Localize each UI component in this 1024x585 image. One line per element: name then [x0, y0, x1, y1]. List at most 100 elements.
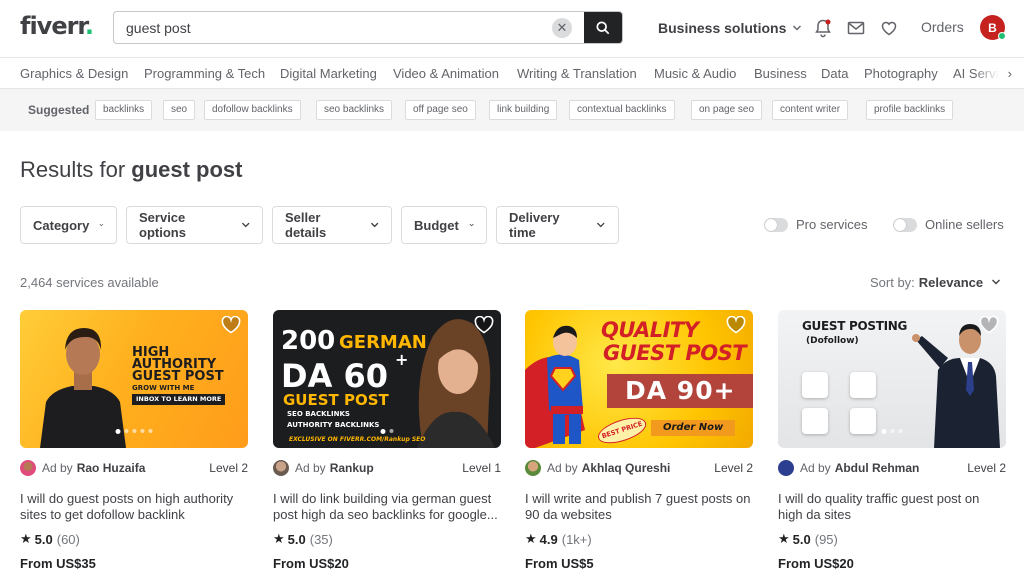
filter-service-options[interactable]: Service options [126, 206, 263, 244]
category-business[interactable]: Business [754, 66, 807, 81]
art-text: AUTHORITY BACKLINKS [287, 421, 380, 429]
chevron-right-icon[interactable]: › [1008, 66, 1012, 81]
clear-search-icon[interactable]: ✕ [552, 17, 572, 38]
category-nav-fade [974, 58, 1024, 88]
filter-seller-details[interactable]: Seller details [272, 206, 392, 244]
chevron-down-icon [99, 223, 104, 227]
gig-title[interactable]: I will do guest posts on high authority … [20, 491, 248, 523]
suggested-chip[interactable]: content writer [772, 100, 849, 120]
favorite-heart-icon[interactable] [474, 316, 494, 334]
superhero-art [525, 325, 585, 448]
suggested-chip[interactable]: profile backlinks [866, 100, 954, 120]
sort-by[interactable]: Sort by: Relevance [870, 275, 1001, 290]
gig-price: From US$20 [273, 556, 349, 571]
category-graphics-design[interactable]: Graphics & Design [20, 66, 128, 81]
gig-thumbnail[interactable]: GUEST POSTING (Dofollow) [778, 310, 1006, 448]
art-text: 200 [281, 326, 336, 356]
seller-avatar[interactable] [273, 460, 289, 476]
suggested-chip[interactable]: dofollow backlinks [204, 100, 301, 120]
pro-services-toggle[interactable]: Pro services [764, 217, 868, 232]
gig-card[interactable]: 200 GERMAN DA 60 + GUEST POST SEO BACKLI… [273, 310, 501, 571]
gig-card[interactable]: GUEST POSTING (Dofollow) Ad by Abdul Rehm… [778, 310, 1006, 571]
gig-title[interactable]: I will write and publish 7 guest posts o… [525, 491, 753, 523]
gig-card[interactable]: QUALITY GUEST POST DA 90+ Order Now BEST… [525, 310, 753, 571]
chevron-down-icon [597, 222, 606, 228]
orders-link[interactable]: Orders [921, 19, 964, 35]
feature-tile [850, 372, 876, 398]
toggle-switch[interactable] [893, 217, 917, 232]
art-text: GUEST POSTING [802, 319, 908, 333]
seller-name[interactable]: Rao Huzaifa [77, 461, 146, 475]
seller-name[interactable]: Akhlaq Qureshi [582, 461, 671, 475]
seller-info: Ad by Rankup Level 1 [273, 459, 501, 477]
gig-rating: ★ 4.9 (1k+) [525, 531, 592, 547]
category-data[interactable]: Data [821, 66, 848, 81]
category-digital-marketing[interactable]: Digital Marketing [280, 66, 377, 81]
seller-info: Ad by Akhlaq Qureshi Level 2 [525, 459, 753, 477]
user-avatar[interactable]: B [980, 15, 1006, 40]
chevron-down-icon [991, 279, 1000, 285]
seller-name[interactable]: Rankup [330, 461, 374, 475]
business-solutions-menu[interactable]: Business solutions [658, 0, 802, 56]
art-text: GERMAN [339, 332, 427, 353]
carousel-dots[interactable] [881, 429, 903, 434]
category-video-animation[interactable]: Video & Animation [393, 66, 499, 81]
search-input[interactable] [114, 12, 552, 43]
gig-title[interactable]: I will do link building via german guest… [273, 491, 501, 523]
category-music-audio[interactable]: Music & Audio [654, 66, 736, 81]
gig-thumbnail[interactable]: HIGH AUTHORITY GUEST POST GROW WITH ME I… [20, 310, 248, 448]
filter-budget[interactable]: Budget [401, 206, 487, 244]
gig-thumbnail[interactable]: QUALITY GUEST POST DA 90+ Order Now BEST… [525, 310, 753, 448]
business-solutions-label: Business solutions [658, 20, 787, 36]
chevron-down-icon [241, 222, 250, 228]
gig-card[interactable]: HIGH AUTHORITY GUEST POST GROW WITH ME I… [20, 310, 248, 571]
seller-avatar[interactable] [20, 460, 36, 476]
bell-icon[interactable] [813, 18, 833, 38]
gig-title[interactable]: I will do quality traffic guest post on … [778, 491, 1006, 523]
online-sellers-toggle[interactable]: Online sellers [893, 217, 1004, 232]
carousel-dots[interactable] [115, 429, 153, 434]
chevron-down-icon [469, 223, 474, 227]
art-text: GUEST POST [603, 341, 747, 365]
gig-rating: ★ 5.0 (35) [273, 531, 333, 547]
carousel-dots[interactable] [380, 429, 394, 434]
favorite-heart-icon[interactable] [221, 316, 241, 334]
favorite-heart-icon[interactable] [726, 316, 746, 334]
suggested-chip[interactable]: contextual backlinks [569, 100, 675, 120]
suggested-chip[interactable]: seo backlinks [316, 100, 393, 120]
art-text: Order Now [651, 420, 736, 436]
suggested-chip[interactable]: backlinks [95, 100, 153, 120]
suggested-chip[interactable]: on page seo [691, 100, 763, 120]
art-text: GROW WITH ME [132, 384, 195, 392]
art-text: SEO BACKLINKS [287, 410, 350, 418]
star-icon: ★ [525, 531, 537, 546]
seller-avatar[interactable] [778, 460, 794, 476]
toggle-switch[interactable] [764, 217, 788, 232]
seller-photo [40, 328, 126, 448]
art-text: INBOX TO LEARN MORE [132, 394, 226, 405]
seller-avatar[interactable] [525, 460, 541, 476]
top-header: fiverr. ✕ Business solutions Orders B [0, 0, 1024, 56]
art-text: GUEST POST [132, 369, 224, 384]
suggested-chip[interactable]: link building [489, 100, 558, 120]
messages-icon[interactable] [846, 18, 866, 38]
category-programming-tech[interactable]: Programming & Tech [144, 66, 265, 81]
suggested-bar: Suggested backlinks seo dofollow backlin… [0, 89, 1024, 131]
gig-thumbnail[interactable]: 200 GERMAN DA 60 + GUEST POST SEO BACKLI… [273, 310, 501, 448]
filter-delivery-time[interactable]: Delivery time [496, 206, 619, 244]
seller-name[interactable]: Abdul Rehman [835, 461, 920, 475]
category-photography[interactable]: Photography [864, 66, 938, 81]
search-bar: ✕ [113, 11, 623, 44]
filter-category[interactable]: Category [20, 206, 117, 244]
star-icon: ★ [273, 531, 285, 546]
art-text: (Dofollow) [806, 336, 859, 346]
fiverr-logo[interactable]: fiverr. [20, 12, 94, 40]
search-button[interactable] [584, 12, 622, 43]
favorite-heart-icon[interactable] [979, 316, 999, 334]
suggested-chip[interactable]: off page seo [405, 100, 476, 120]
gig-rating: ★ 5.0 (60) [20, 531, 80, 547]
heart-icon[interactable] [879, 18, 899, 38]
art-text: EXCLUSIVE ON FIVERR.COM/Rankup SEO [289, 436, 426, 443]
suggested-chip[interactable]: seo [163, 100, 196, 120]
category-writing-translation[interactable]: Writing & Translation [517, 66, 637, 81]
